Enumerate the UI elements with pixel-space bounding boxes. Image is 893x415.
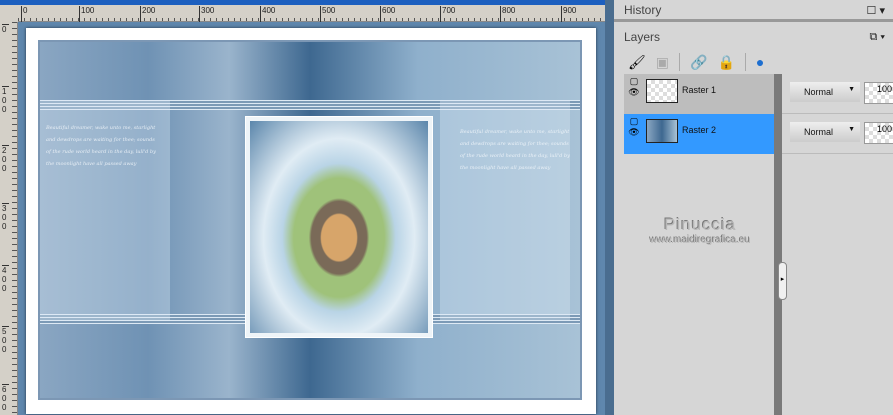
ruler-label: 400 bbox=[260, 6, 275, 22]
layer-thumbnail bbox=[646, 119, 678, 143]
artwork-image[interactable]: Beautiful dreamer, wake unto me, starlig… bbox=[38, 40, 582, 400]
script-text-left: Beautiful dreamer, wake unto me, starlig… bbox=[46, 125, 156, 167]
horizontal-ruler: 0 100 200 300 400 500 600 700 800 900 bbox=[18, 5, 605, 22]
watermark-url: www.maidiregrafica.eu bbox=[650, 235, 751, 246]
watermark: Pinuccia www.maidiregrafica.eu bbox=[650, 215, 751, 246]
blend-mode-value: Normal bbox=[804, 127, 834, 137]
visibility-eye-icon[interactable]: ▢ 👁 bbox=[626, 116, 642, 152]
ruler-label: 700 bbox=[440, 6, 455, 22]
layers-panel-header[interactable]: Layers ⧉ ▾ bbox=[614, 27, 893, 49]
divider bbox=[679, 53, 681, 71]
ruler-label: 0 bbox=[2, 24, 9, 34]
lock-icon[interactable]: 🔒 bbox=[717, 54, 734, 71]
layer-row-raster-1[interactable]: ▢ 👁 Raster 1 bbox=[624, 74, 774, 114]
layers-title: Layers bbox=[624, 30, 661, 44]
blend-mode-value: Normal bbox=[804, 87, 834, 97]
photo-frame bbox=[245, 116, 433, 338]
ruler-label: 300 bbox=[2, 203, 9, 231]
layer-properties-raster-2: Normal ▼ 100 bbox=[782, 114, 893, 154]
new-layer-brush-icon[interactable]: 🖌 bbox=[628, 54, 646, 71]
script-text-right: Beautiful dreamer, wake unto me, starlig… bbox=[460, 129, 570, 171]
ruler-label: 600 bbox=[2, 384, 9, 412]
opacity-field[interactable]: 100 bbox=[864, 122, 893, 144]
canvas-area[interactable]: Beautiful dreamer, wake unto me, starlig… bbox=[18, 22, 605, 415]
blend-mode-dropdown[interactable]: Normal ▼ bbox=[790, 122, 860, 142]
ruler-label: 200 bbox=[2, 145, 9, 173]
image-border: Beautiful dreamer, wake unto me, starlig… bbox=[26, 28, 596, 414]
restore-icon[interactable]: ⧉ ▾ bbox=[869, 31, 885, 44]
side-panel: History ☐ ▾ Layers ⧉ ▾ 🖌 ▣ 🔗 🔒 ● ▢ 👁 Rast… bbox=[605, 0, 893, 415]
layer-row-raster-2[interactable]: ▢ 👁 Raster 2 bbox=[624, 114, 774, 154]
ruler-label: 300 bbox=[199, 6, 214, 22]
history-title: History bbox=[624, 3, 662, 17]
blend-mode-dropdown[interactable]: Normal ▼ bbox=[790, 82, 860, 102]
chevron-down-icon: ▼ bbox=[848, 86, 855, 93]
ruler-label: 500 bbox=[320, 6, 335, 22]
history-panel-header[interactable]: History ☐ ▾ bbox=[614, 0, 893, 22]
ruler-label: 100 bbox=[79, 6, 94, 22]
watermark-name: Pinuccia bbox=[664, 215, 737, 234]
layer-properties-raster-1: Normal ▼ 100 bbox=[782, 74, 893, 114]
layers-toolbar: 🖌 ▣ 🔗 🔒 ● bbox=[614, 49, 893, 75]
ruler-label: 900 bbox=[561, 6, 576, 22]
ruler-label: 400 bbox=[2, 265, 9, 293]
link-icon[interactable]: 🔗 bbox=[690, 54, 707, 71]
chevron-down-icon: ▼ bbox=[848, 126, 855, 133]
mask-icon[interactable]: ▣ bbox=[656, 54, 669, 71]
ruler-label: 100 bbox=[2, 86, 9, 114]
layer-name: Raster 2 bbox=[682, 125, 717, 135]
vertical-ruler: 0 100 200 300 400 500 600 bbox=[0, 22, 18, 415]
opacity-field[interactable]: 100 bbox=[864, 82, 893, 104]
layer-name: Raster 1 bbox=[682, 85, 717, 95]
visibility-eye-icon[interactable]: ▢ 👁 bbox=[626, 76, 642, 112]
maximize-icon[interactable]: ☐ ▾ bbox=[867, 4, 885, 17]
ruler-label: 0 bbox=[21, 6, 27, 22]
layers-scrollbar[interactable] bbox=[774, 74, 782, 415]
panel-collapse-grip[interactable]: ▸ bbox=[778, 262, 787, 300]
ruler-label: 200 bbox=[140, 6, 155, 22]
blend-ball-icon[interactable]: ● bbox=[756, 54, 764, 70]
mushroom-photo bbox=[250, 121, 428, 333]
divider bbox=[744, 53, 746, 71]
ruler-label: 800 bbox=[500, 6, 515, 22]
layer-thumbnail bbox=[646, 79, 678, 103]
ruler-label: 500 bbox=[2, 326, 9, 354]
ruler-label: 600 bbox=[380, 6, 395, 22]
